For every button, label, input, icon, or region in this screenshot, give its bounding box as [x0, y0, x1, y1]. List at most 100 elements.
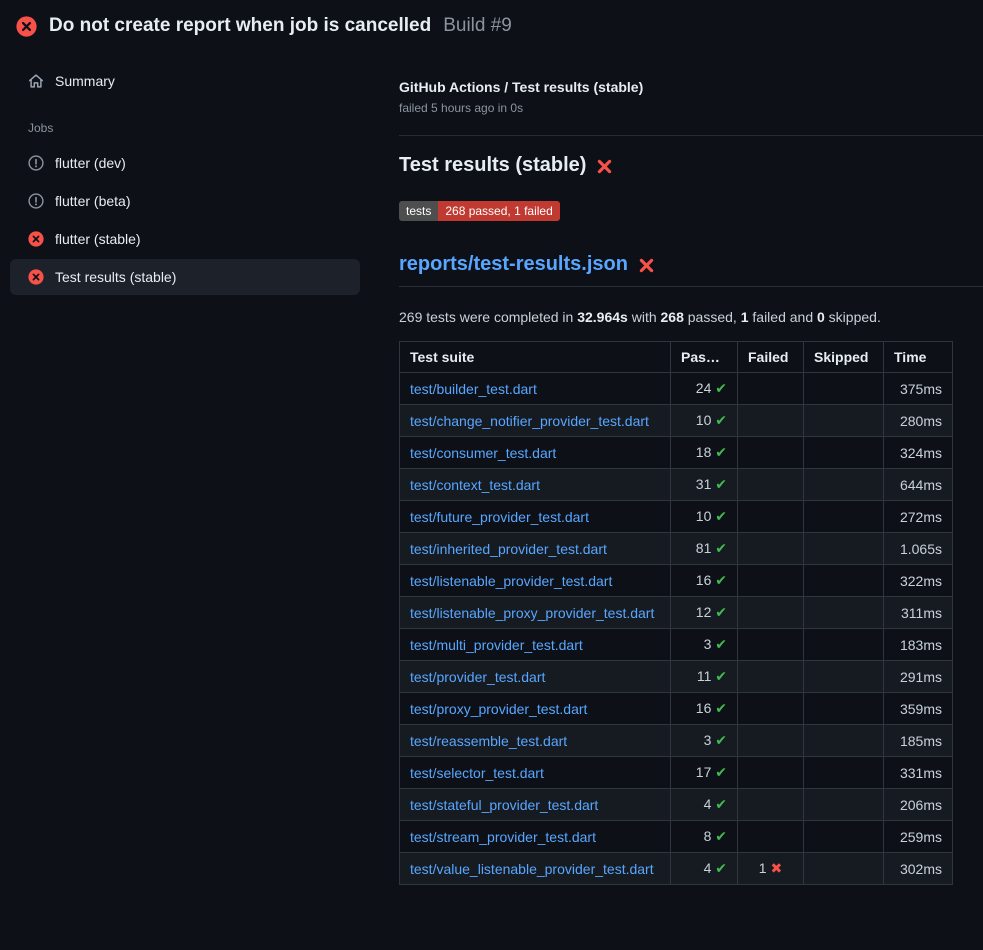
sidebar-item-flutter-dev[interactable]: flutter (dev) — [10, 145, 360, 181]
test-suite-link[interactable]: test/stateful_provider_test.dart — [410, 797, 598, 813]
check-icon: ✔ — [715, 380, 727, 396]
test-suite-link[interactable]: test/change_notifier_provider_test.dart — [410, 413, 649, 429]
failed-cell — [738, 533, 804, 565]
failed-cell — [738, 565, 804, 597]
sidebar-item-test-results-stable[interactable]: Test results (stable) — [10, 259, 360, 295]
skipped-cell — [804, 725, 884, 757]
passed-cell: 17 ✔ — [671, 757, 738, 789]
table-row: test/context_test.dart31 ✔644ms — [400, 469, 953, 501]
failed-cell — [738, 469, 804, 501]
table-row: test/proxy_provider_test.dart 16 ✔ 359ms — [400, 693, 953, 725]
sidebar-item-label: flutter (stable) — [55, 231, 141, 247]
sidebar-item-flutter-stable[interactable]: flutter (stable) — [10, 221, 360, 257]
table-row: test/provider_test.dart11 ✔291ms — [400, 661, 953, 693]
table-row: test/change_notifier_provider_test.dart 1… — [400, 405, 953, 437]
test-suite-link[interactable]: test/listenable_provider_test.dart — [410, 573, 612, 589]
test-suite-link[interactable]: test/context_test.dart — [410, 477, 540, 493]
report-link[interactable]: reports/test-results.json — [399, 253, 628, 276]
passed-cell: 16 ✔ — [671, 693, 738, 725]
home-icon — [28, 73, 44, 89]
jobs-section-label: Jobs — [0, 101, 370, 145]
test-suite-cell: test/stateful_provider_test.dart — [400, 789, 671, 821]
report-title: reports/test-results.json — [399, 253, 983, 287]
table-row: test/value_listenable_provider_test.dart… — [400, 853, 953, 885]
badge-label: tests — [399, 201, 438, 221]
failed-cell — [738, 661, 804, 693]
skipped-cell — [804, 821, 884, 853]
failed-cell — [738, 597, 804, 629]
time-cell: 206ms — [884, 789, 953, 821]
passed-cell: 11 ✔ — [671, 661, 738, 693]
time-cell: 311ms — [884, 597, 953, 629]
test-suite-cell: test/value_listenable_provider_test.dart — [400, 853, 671, 885]
check-icon: ✔ — [715, 604, 727, 620]
test-suite-cell: test/provider_test.dart — [400, 661, 671, 693]
x-circle-icon — [28, 269, 44, 285]
test-suite-link[interactable]: test/value_listenable_provider_test.dart — [410, 861, 654, 877]
test-suite-link[interactable]: test/selector_test.dart — [410, 765, 544, 781]
check-icon: ✔ — [715, 540, 727, 556]
table-row: test/listenable_proxy_provider_test.dart… — [400, 597, 953, 629]
sidebar-item-label: flutter (beta) — [55, 193, 130, 209]
test-suite-link[interactable]: test/provider_test.dart — [410, 669, 545, 685]
skipped-cell — [804, 501, 884, 533]
failed-cell — [738, 757, 804, 789]
col-header-failed: Failed — [738, 342, 804, 373]
skipped-cell — [804, 597, 884, 629]
summary-skipped-count: 0 — [817, 309, 825, 325]
skipped-cell — [804, 853, 884, 885]
x-circle-icon — [28, 231, 44, 247]
test-table-body: test/builder_test.dart24 ✔375mstest/chan… — [400, 373, 953, 885]
failed-cell — [738, 629, 804, 661]
passed-cell: 10 ✔ — [671, 501, 738, 533]
skipped-cell — [804, 789, 884, 821]
skipped-cell — [804, 757, 884, 789]
sidebar-item-flutter-beta[interactable]: flutter (beta) — [10, 183, 360, 219]
breadcrumb: GitHub Actions / Test results (stable) — [399, 79, 983, 95]
skipped-cell — [804, 469, 884, 501]
test-suite-link[interactable]: test/consumer_test.dart — [410, 445, 556, 461]
sidebar: Summary Jobs flutter (dev) flutter (beta)… — [0, 49, 370, 297]
alert-circle-icon — [28, 193, 44, 209]
check-icon: ✔ — [715, 412, 727, 428]
badge-value: 268 passed, 1 failed — [438, 201, 559, 221]
test-suite-link[interactable]: test/inherited_provider_test.dart — [410, 541, 607, 557]
skipped-cell — [804, 565, 884, 597]
col-header-skipped: Skipped — [804, 342, 884, 373]
summary-text: with — [628, 309, 661, 325]
build-number: Build #9 — [443, 15, 512, 37]
skipped-cell — [804, 693, 884, 725]
test-suite-link[interactable]: test/listenable_proxy_provider_test.dart — [410, 605, 654, 621]
x-circle-icon — [16, 16, 37, 37]
summary-duration: 32.964s — [577, 309, 628, 325]
test-suite-link[interactable]: test/reassemble_test.dart — [410, 733, 567, 749]
test-suite-link[interactable]: test/proxy_provider_test.dart — [410, 701, 587, 717]
check-icon: ✔ — [715, 732, 727, 748]
test-suite-link[interactable]: test/multi_provider_test.dart — [410, 637, 583, 653]
time-cell: 331ms — [884, 757, 953, 789]
test-suite-link[interactable]: test/stream_provider_test.dart — [410, 829, 596, 845]
test-suite-cell: test/consumer_test.dart — [400, 437, 671, 469]
table-row: test/listenable_provider_test.dart16 ✔32… — [400, 565, 953, 597]
table-row: test/inherited_provider_test.dart81 ✔1.0… — [400, 533, 953, 565]
check-icon: ✔ — [715, 444, 727, 460]
test-suite-link[interactable]: test/future_provider_test.dart — [410, 509, 589, 525]
test-suite-cell: test/reassemble_test.dart — [400, 725, 671, 757]
skipped-cell — [804, 437, 884, 469]
test-suite-cell: test/selector_test.dart — [400, 757, 671, 789]
check-icon: ✔ — [715, 700, 727, 716]
skipped-cell — [804, 533, 884, 565]
time-cell: 259ms — [884, 821, 953, 853]
passed-cell: 18 ✔ — [671, 437, 738, 469]
passed-cell: 10 ✔ — [671, 405, 738, 437]
failed-cell — [738, 501, 804, 533]
summary-text: 269 tests were completed in — [399, 309, 577, 325]
sidebar-item-summary[interactable]: Summary — [10, 63, 360, 99]
failed-cell — [738, 725, 804, 757]
time-cell: 359ms — [884, 693, 953, 725]
time-cell: 644ms — [884, 469, 953, 501]
check-icon: ✔ — [715, 572, 727, 588]
skipped-cell — [804, 373, 884, 405]
test-suite-link[interactable]: test/builder_test.dart — [410, 381, 537, 397]
time-cell: 280ms — [884, 405, 953, 437]
